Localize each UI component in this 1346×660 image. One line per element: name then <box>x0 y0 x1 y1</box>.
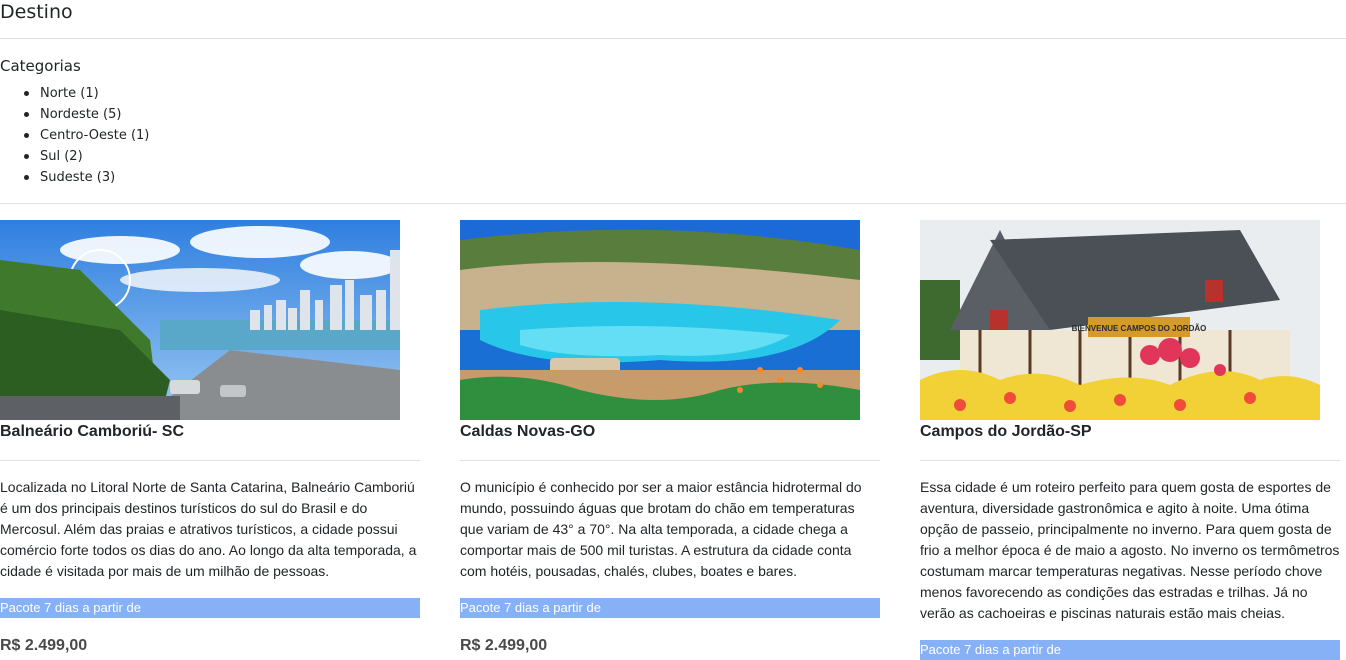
destination-image-campos-do-jordao[interactable]: BIENVENUE CAMPOS DO JORDÃO <box>920 220 1320 420</box>
destination-description: Essa cidade é um roteiro perfeito para q… <box>920 479 1340 621</box>
destination-name[interactable]: Campos do Jordão-SP <box>920 422 1092 442</box>
package-label: Pacote 7 dias a partir de <box>460 598 880 618</box>
page-title: Destino <box>0 1 73 23</box>
categories-list: Norte (1) Nordeste (5) Centro-Oeste (1) … <box>23 83 149 188</box>
divider <box>920 460 1340 461</box>
category-item-nordeste[interactable]: Nordeste (5) <box>23 104 149 125</box>
destination-price: R$ 2.499,00 <box>0 637 88 654</box>
divider <box>0 203 1346 204</box>
destination-name[interactable]: Caldas Novas-GO <box>460 422 595 442</box>
destination-card: Balneário Camboriú- SC Localizada no Lit… <box>0 220 420 654</box>
destination-name[interactable]: Balneário Camboriú- SC <box>0 422 184 442</box>
category-item-centro-oeste[interactable]: Centro-Oeste (1) <box>23 125 149 146</box>
destination-image-balneario-camboriu[interactable] <box>0 220 400 420</box>
sign-text: BIENVENUE CAMPOS DO JORDÃO <box>1072 324 1207 333</box>
divider <box>460 460 880 461</box>
divider <box>0 460 420 461</box>
destination-price: R$ 2.499,00 <box>460 637 548 654</box>
destination-card: Caldas Novas-GO O município é conhecido … <box>460 220 880 654</box>
package-label: Pacote 7 dias a partir de <box>920 640 1340 660</box>
category-item-norte[interactable]: Norte (1) <box>23 83 149 104</box>
category-item-sul[interactable]: Sul (2) <box>23 146 149 167</box>
destination-description: O município é conhecido por ser a maior … <box>460 479 862 579</box>
category-item-sudeste[interactable]: Sudeste (3) <box>23 167 149 188</box>
destination-card: BIENVENUE CAMPOS DO JORDÃO Campos do Jor… <box>920 220 1340 660</box>
categories-title: Categorias <box>0 57 81 75</box>
package-label: Pacote 7 dias a partir de <box>0 598 420 618</box>
divider <box>0 38 1346 39</box>
destination-description: Localizada no Litoral Norte de Santa Cat… <box>0 479 417 579</box>
destination-image-caldas-novas[interactable] <box>460 220 860 420</box>
